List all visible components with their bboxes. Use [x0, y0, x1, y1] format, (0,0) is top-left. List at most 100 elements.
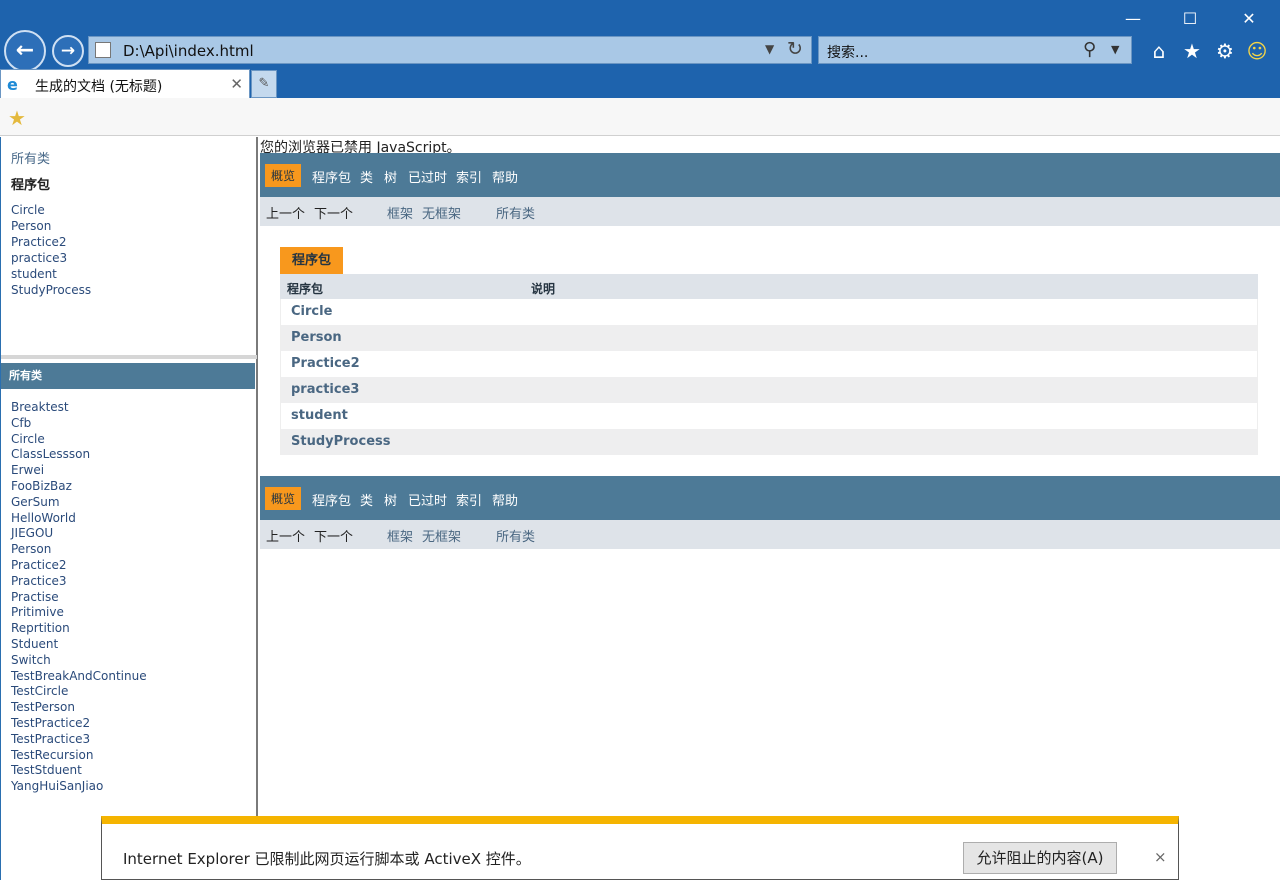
add-favorite-star-icon[interactable]: ★ [8, 106, 26, 130]
nav-help[interactable]: 帮助 [492, 490, 518, 509]
new-tab-icon: ✎ [258, 76, 270, 91]
prev-link: 上一个 [266, 530, 306, 545]
package-link[interactable]: practice3 [11, 251, 67, 265]
back-button[interactable]: ← [4, 30, 46, 72]
search-input[interactable]: 搜索... [827, 42, 868, 62]
back-arrow-icon: ← [15, 38, 35, 63]
nav-package: 程序包 [312, 171, 352, 186]
package-row-link[interactable]: StudyProcess [291, 434, 390, 449]
class-link[interactable]: Person [11, 542, 51, 556]
nav-index[interactable]: 索引 [456, 490, 482, 509]
nav-help[interactable]: 帮助 [492, 167, 518, 186]
package-row-link[interactable]: Circle [291, 304, 332, 319]
close-tab-icon[interactable]: ✕ [230, 75, 243, 93]
class-link[interactable]: JIEGOU [11, 526, 53, 540]
class-link[interactable]: ClassLessson [11, 447, 90, 461]
package-link[interactable]: StudyProcess [11, 283, 91, 297]
col-description: 说明 [531, 282, 556, 296]
class-link[interactable]: YangHuiSanJiao [11, 779, 103, 793]
class-link[interactable]: Erwei [11, 463, 44, 477]
class-link[interactable]: TestPractice2 [11, 716, 90, 730]
package-link[interactable]: Circle [11, 203, 45, 217]
package-row-link[interactable]: practice3 [291, 382, 359, 397]
smiley-feedback-icon[interactable]: ☺ [1244, 38, 1270, 64]
col-package: 程序包 [287, 282, 324, 296]
nav-class: 类 [360, 494, 374, 509]
next-link: 下一个 [314, 207, 354, 222]
ie-logo-icon: e [7, 75, 18, 94]
top-subnav: 上一个 下一个 框架 无框架 所有类 [260, 197, 1280, 226]
dropdown-icon[interactable]: ▼ [765, 42, 774, 56]
class-link[interactable]: TestBreakAndContinue [11, 669, 147, 683]
top-navbar: 概览 程序包 类 树 已过时 索引 帮助 [260, 153, 1280, 197]
prev-link: 上一个 [266, 207, 306, 222]
class-link[interactable]: TestCircle [11, 684, 68, 698]
nav-deprecated[interactable]: 已过时 [408, 167, 447, 186]
table-row: Practice2 [280, 351, 1258, 377]
close-window-button[interactable]: ✕ [1234, 8, 1264, 30]
class-link[interactable]: Circle [11, 432, 45, 446]
allow-blocked-content-button[interactable]: 允许阻止的内容(A) [963, 842, 1117, 874]
class-link[interactable]: Practice2 [11, 558, 67, 572]
favorites-star-icon[interactable]: ★ [1179, 38, 1205, 64]
search-icon[interactable]: ⚲ [1083, 39, 1096, 60]
package-link[interactable]: Person [11, 219, 51, 233]
close-notification-icon[interactable]: × [1154, 848, 1167, 866]
allclasses-link[interactable]: 所有类 [496, 203, 535, 222]
noframes-link[interactable]: 无框架 [422, 526, 461, 545]
table-row: StudyProcess [280, 429, 1258, 455]
noframes-link[interactable]: 无框架 [422, 203, 461, 222]
browser-tab[interactable]: e 生成的文档 (无标题) ✕ [0, 69, 250, 99]
package-row-link[interactable]: Person [291, 330, 342, 345]
summary-caption: 程序包 [280, 247, 344, 274]
refresh-icon[interactable]: ↻ [787, 38, 803, 60]
page-icon [95, 42, 111, 58]
search-box[interactable]: 搜索... ⚲ ▼ [818, 36, 1132, 64]
class-link[interactable]: Practice3 [11, 574, 67, 588]
frames-link[interactable]: 框架 [387, 526, 413, 545]
nav-class: 类 [360, 171, 374, 186]
class-link[interactable]: Cfb [11, 416, 31, 430]
bottom-navbar: 概览 程序包 类 树 已过时 索引 帮助 [260, 476, 1280, 520]
minimize-button[interactable]: — [1118, 8, 1148, 30]
settings-gear-icon[interactable]: ⚙ [1212, 38, 1238, 64]
new-tab-button[interactable]: ✎ [251, 70, 277, 98]
search-dropdown-icon[interactable]: ▼ [1111, 43, 1119, 56]
class-link[interactable]: HelloWorld [11, 511, 76, 525]
notification-message: Internet Explorer 已限制此网页运行脚本或 ActiveX 控件… [123, 850, 531, 868]
nav-index[interactable]: 索引 [456, 167, 482, 186]
all-classes-link[interactable]: 所有类 [11, 148, 50, 167]
class-link[interactable]: Breaktest [11, 400, 69, 414]
class-link[interactable]: FooBizBaz [11, 479, 72, 493]
forward-arrow-icon: → [60, 41, 76, 61]
summary-header: 程序包 说明 [280, 274, 1258, 299]
package-link[interactable]: student [11, 267, 57, 281]
nav-tree[interactable]: 树 [384, 490, 397, 509]
package-row-link[interactable]: Practice2 [291, 356, 360, 371]
allclasses-link[interactable]: 所有类 [496, 526, 535, 545]
class-link[interactable]: TestRecursion [11, 748, 93, 762]
class-link[interactable]: TestPerson [11, 700, 75, 714]
notification-bar: Internet Explorer 已限制此网页运行脚本或 ActiveX 控件… [101, 816, 1179, 880]
class-link[interactable]: GerSum [11, 495, 60, 509]
class-link[interactable]: Stduent [11, 637, 58, 651]
home-icon[interactable]: ⌂ [1146, 38, 1172, 64]
forward-button[interactable]: → [52, 35, 84, 67]
left-frames: 所有类 程序包 Circle Person Practice2 practice3 st… [0, 137, 258, 880]
class-link[interactable]: TestPractice3 [11, 732, 90, 746]
nav-deprecated[interactable]: 已过时 [408, 490, 447, 509]
class-link[interactable]: Pritimive [11, 605, 64, 619]
next-link: 下一个 [314, 530, 354, 545]
maximize-button[interactable]: ☐ [1175, 8, 1205, 30]
package-row-link[interactable]: student [291, 408, 348, 423]
class-link[interactable]: Practise [11, 590, 59, 604]
package-link[interactable]: Practice2 [11, 235, 67, 249]
nav-tree[interactable]: 树 [384, 167, 397, 186]
frames-link[interactable]: 框架 [387, 203, 413, 222]
address-input[interactable]: D:\Api\index.html [123, 42, 254, 60]
class-link[interactable]: TestStduent [11, 763, 82, 777]
class-link[interactable]: Reprtition [11, 621, 70, 635]
class-link[interactable]: Switch [11, 653, 51, 667]
address-bar[interactable]: D:\Api\index.html ▼ ↻ [88, 36, 812, 64]
packages-heading: 程序包 [11, 178, 51, 193]
